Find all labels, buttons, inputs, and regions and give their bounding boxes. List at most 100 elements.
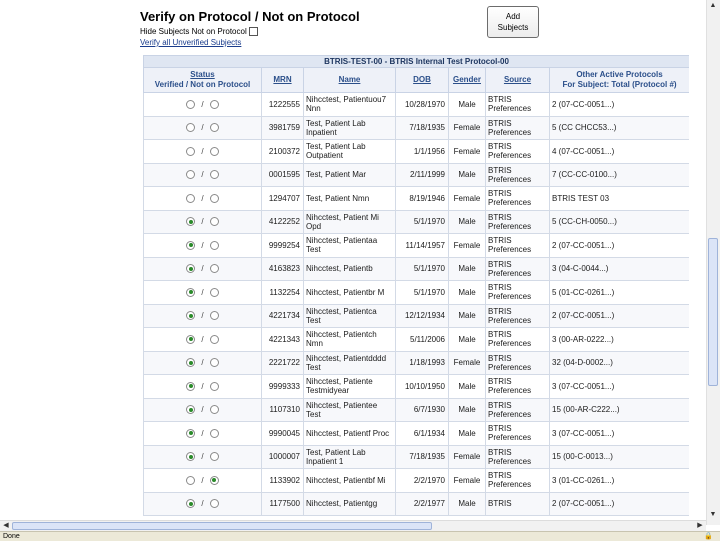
status-cell: / [143,397,262,422]
table-row: / 3981759 Test, Patient Lab Inpatient 7/18/… [143,115,689,140]
other-protocols-cell: 3 (00-AR-0222...) [548,327,689,352]
not-on-protocol-radio[interactable] [209,499,219,509]
not-on-protocol-radio[interactable] [209,311,219,321]
not-on-protocol-radio[interactable] [209,264,219,274]
status-separator: / [201,193,204,203]
other-protocols-cell: 3 (04-C-0044...) [548,256,689,281]
not-on-protocol-radio[interactable] [209,405,219,415]
not-on-protocol-radio[interactable] [209,217,219,227]
col-source[interactable]: Source [485,67,550,93]
dob-cell: 2/11/1999 [395,162,449,187]
col-dob-label[interactable]: DOB [413,75,431,84]
col-mrn[interactable]: MRN [261,67,304,93]
verified-radio[interactable] [186,358,196,368]
source-cell: BTRIS Preferences [485,303,550,328]
not-on-protocol-radio[interactable] [209,99,219,109]
verified-radio[interactable] [186,123,196,133]
mrn-cell: 4122252 [261,209,304,234]
table-row: / 0001595 Test, Patient Mar 2/11/1999 Male BT… [143,162,689,187]
status-separator: / [201,428,204,438]
vertical-scroll-thumb[interactable] [708,238,718,386]
scroll-left-icon[interactable]: ◀ [1,521,11,530]
name-cell: Nihcctest, Patientgg [303,491,396,516]
status-separator: / [201,499,204,509]
col-gender-label[interactable]: Gender [453,75,481,84]
not-on-protocol-radio[interactable] [209,358,219,368]
col-mrn-label[interactable]: MRN [273,75,291,84]
not-on-protocol-radio[interactable] [209,146,219,156]
status-cell: / [143,162,262,187]
verified-radio[interactable] [186,287,196,297]
verified-radio[interactable] [186,311,196,321]
verified-radio[interactable] [186,334,196,344]
gender-cell: Male [448,209,486,234]
not-on-protocol-radio[interactable] [209,334,219,344]
scroll-right-icon[interactable]: ▶ [695,521,705,530]
source-cell: BTRIS Preferences [485,139,550,164]
dob-cell: 7/18/1935 [395,444,449,469]
not-on-protocol-radio[interactable] [209,381,219,391]
verified-radio[interactable] [186,452,196,462]
verified-radio[interactable] [186,193,196,203]
verified-radio[interactable] [186,264,196,274]
col-source-label[interactable]: Source [504,75,531,84]
name-cell: Nihcctest, Patientbr M [303,280,396,305]
name-cell: Nihcctest, Patientee Test [303,397,396,422]
other-protocols-cell: 3 (01-CC-0261...) [548,468,689,493]
status-cell: / [143,256,262,281]
table-row: / 2100372 Test, Patient Lab Outpatient 1/1/… [143,139,689,164]
not-on-protocol-radio[interactable] [209,193,219,203]
status-separator: / [201,99,204,109]
other-protocols-cell: 5 (CC-CH-0050...) [548,209,689,234]
verified-radio[interactable] [186,170,196,180]
hide-checkbox[interactable] [248,27,258,36]
gender-cell: Male [448,397,486,422]
col-name[interactable]: Name [303,67,396,93]
col-status[interactable]: Status Verified / Not on Protocol [143,67,262,93]
source-cell: BTRIS Preferences [485,397,550,422]
col-dob[interactable]: DOB [395,67,449,93]
verify-all-link[interactable]: Verify all Unverified Subjects [140,38,241,47]
col-name-label[interactable]: Name [339,75,361,84]
not-on-protocol-radio[interactable] [209,475,219,485]
verified-radio[interactable] [186,217,196,227]
not-on-protocol-radio[interactable] [209,123,219,133]
verified-radio[interactable] [186,240,196,250]
verified-radio[interactable] [186,428,196,438]
not-on-protocol-radio[interactable] [209,452,219,462]
verified-radio[interactable] [186,499,196,509]
gender-cell: Male [448,303,486,328]
verified-radio[interactable] [186,475,196,485]
status-cell: / [143,186,262,211]
status-separator: / [201,264,204,274]
scroll-down-icon[interactable]: ▼ [708,510,718,519]
horizontal-scroll-thumb[interactable] [12,522,432,530]
status-cell: / [143,115,262,140]
dob-cell: 1/1/1956 [395,139,449,164]
not-on-protocol-radio[interactable] [209,428,219,438]
status-separator: / [201,405,204,415]
status-cell: / [143,350,262,375]
verified-radio[interactable] [186,405,196,415]
verified-radio[interactable] [186,99,196,109]
not-on-protocol-radio[interactable] [209,287,219,297]
status-cell: / [143,444,262,469]
mrn-cell: 9990045 [261,421,304,446]
name-cell: Nihcctest, Patientb [303,256,396,281]
header-row: Status Verified / Not on Protocol MRN Nam… [143,67,689,93]
source-cell: BTRIS Preferences [485,162,550,187]
not-on-protocol-radio[interactable] [209,240,219,250]
col-status-label[interactable]: Status [190,70,214,79]
mrn-cell: 1000007 [261,444,304,469]
status-cell: / [143,303,262,328]
col-gender[interactable]: Gender [448,67,486,93]
not-on-protocol-radio[interactable] [209,170,219,180]
verified-radio[interactable] [186,146,196,156]
mrn-cell: 1107310 [261,397,304,422]
status-cell: / [143,209,262,234]
mrn-cell: 1132254 [261,280,304,305]
verified-radio[interactable] [186,381,196,391]
scroll-up-icon[interactable]: ▲ [708,1,718,10]
add-subjects-button[interactable]: Add Subjects [487,6,539,38]
other-protocols-cell: 15 (00-C-0013...) [548,444,689,469]
